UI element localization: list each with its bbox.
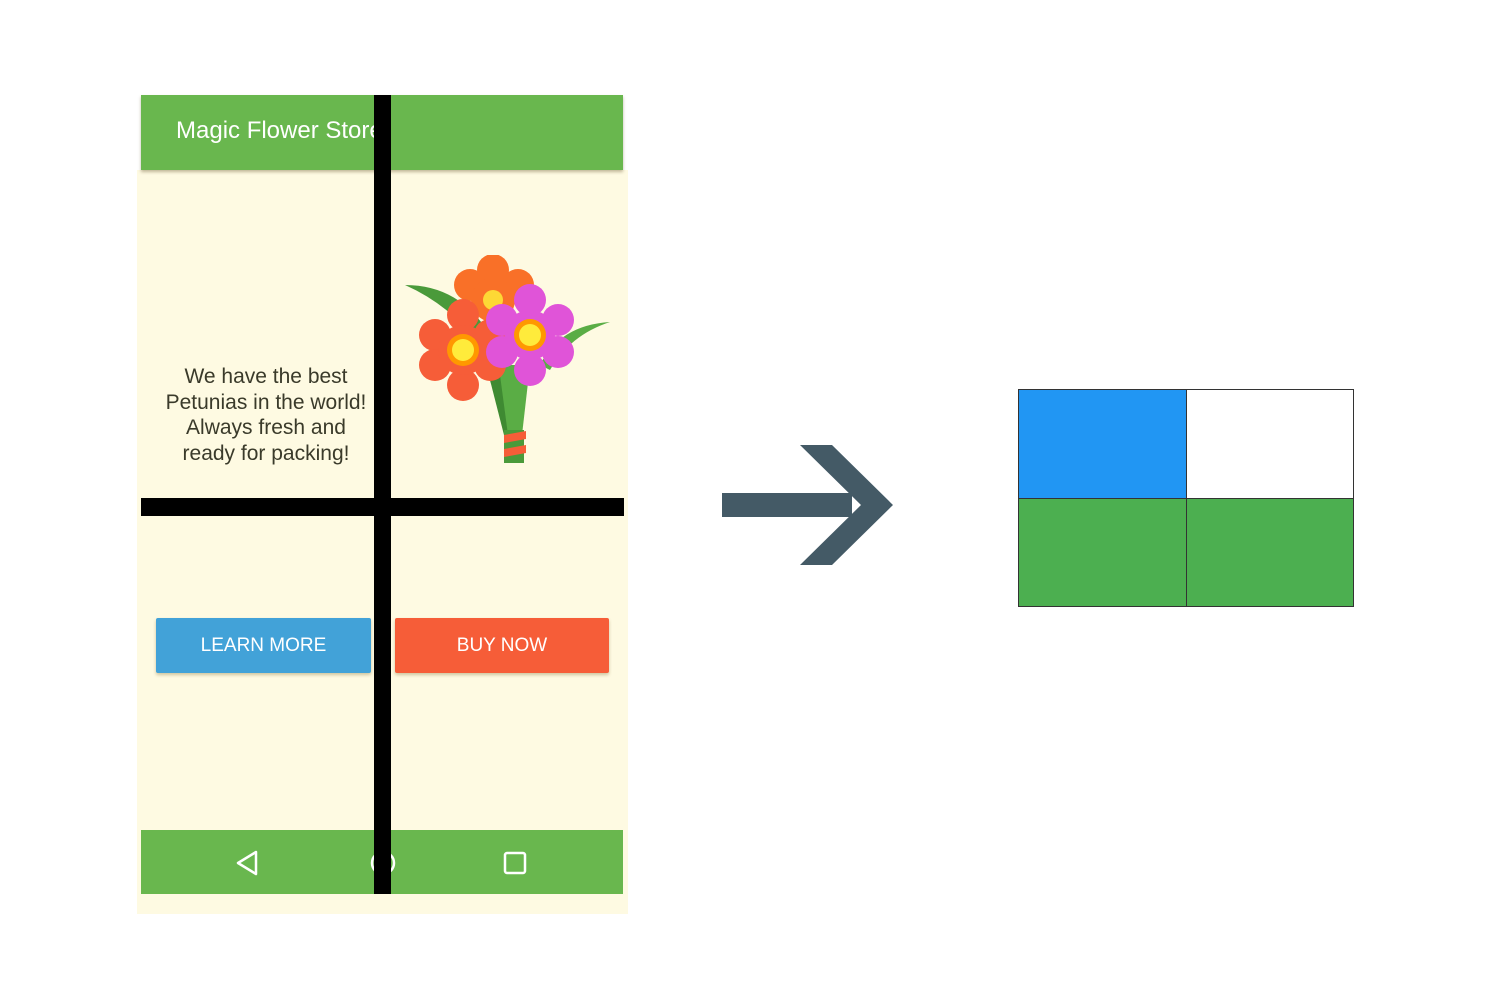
tagline-line: Petunias in the world! — [165, 390, 367, 414]
tagline-line: Always fresh and — [186, 416, 346, 439]
horizontal-divider-line — [141, 498, 624, 516]
app-title: Magic Flower Store — [176, 117, 383, 144]
right-arrow-icon — [722, 445, 893, 565]
tagline-line: We have the best — [184, 365, 348, 388]
tagline: We have the best Petunias in the world! … — [141, 364, 391, 466]
recents-icon[interactable] — [502, 850, 528, 876]
buy-now-button[interactable]: BUY NOW — [395, 618, 609, 673]
learn-more-button[interactable]: LEARN MORE — [156, 618, 371, 673]
flower-bouquet-image — [405, 255, 610, 463]
grid-cell-top-left — [1018, 389, 1187, 499]
tagline-line: ready for packing! — [182, 441, 350, 465]
grid-cell-bottom-left — [1018, 498, 1187, 607]
back-icon[interactable] — [234, 849, 260, 877]
grid-cell-top-right — [1186, 389, 1354, 499]
vertical-divider-line — [374, 95, 391, 894]
grid-cell-bottom-right — [1186, 498, 1354, 607]
